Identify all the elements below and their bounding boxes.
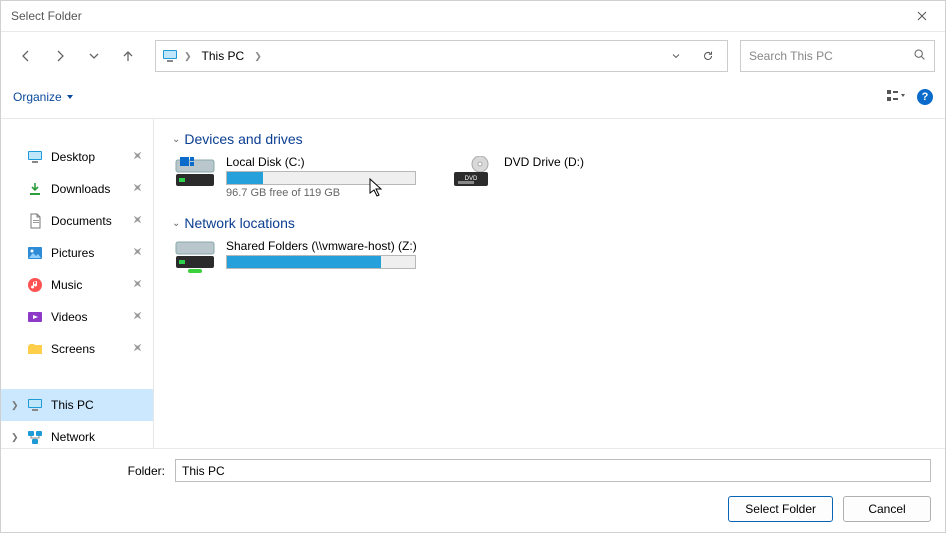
pin-icon — [132, 214, 143, 228]
chevron-right-icon: ❯ — [254, 51, 262, 62]
sidebar: Desktop Downloads Documents Pictures Mus — [1, 119, 154, 448]
section-title: Devices and drives — [184, 131, 302, 147]
organize-label: Organize — [13, 90, 62, 104]
sidebar-item-downloads[interactable]: Downloads — [1, 173, 153, 205]
pin-icon — [132, 150, 143, 164]
view-options-button[interactable] — [883, 84, 909, 110]
sidebar-item-label: This PC — [51, 398, 94, 412]
sidebar-item-this-pc[interactable]: ❯ This PC — [1, 389, 153, 421]
section-title: Network locations — [184, 215, 295, 231]
pin-icon — [132, 278, 143, 292]
sidebar-item-network[interactable]: ❯ Network — [1, 421, 153, 448]
this-pc-icon — [162, 48, 178, 64]
forward-button[interactable] — [45, 41, 75, 71]
hdd-icon — [174, 155, 216, 191]
sidebar-item-label: Pictures — [51, 246, 94, 260]
search-box[interactable] — [740, 40, 935, 72]
sidebar-item-pictures[interactable]: Pictures — [1, 237, 153, 269]
select-folder-button[interactable]: Select Folder — [728, 496, 833, 522]
address-bar[interactable]: ❯ This PC ❯ — [155, 40, 728, 72]
svg-text:DVD: DVD — [465, 176, 478, 182]
window-title: Select Folder — [11, 9, 82, 23]
sidebar-item-label: Screens — [51, 342, 95, 356]
up-button[interactable] — [113, 41, 143, 71]
sidebar-item-label: Downloads — [51, 182, 110, 196]
back-button[interactable] — [11, 41, 41, 71]
chevron-right-icon[interactable]: ❯ — [11, 400, 19, 411]
close-button[interactable] — [899, 1, 945, 32]
sidebar-item-label: Network — [51, 430, 95, 444]
usage-bar — [226, 171, 416, 185]
drive-name: Shared Folders (\\vmware-host) (Z:) — [226, 239, 417, 253]
bottom-panel: Folder: Select Folder Cancel — [1, 448, 945, 532]
drive-name: Local Disk (C:) — [226, 155, 416, 169]
sidebar-item-label: Videos — [51, 310, 87, 324]
folder-label: Folder: — [15, 464, 165, 478]
chevron-right-icon: ❯ — [184, 51, 192, 62]
address-dropdown[interactable] — [663, 43, 689, 69]
search-icon — [913, 48, 926, 64]
navigation-row: ❯ This PC ❯ — [1, 32, 945, 80]
section-devices[interactable]: ⌄ Devices and drives — [172, 131, 927, 147]
titlebar: Select Folder — [1, 1, 945, 32]
recent-dropdown[interactable] — [79, 41, 109, 71]
sidebar-item-documents[interactable]: Documents — [1, 205, 153, 237]
search-input[interactable] — [749, 49, 905, 63]
drive-free-text: 96.7 GB free of 119 GB — [226, 187, 416, 199]
dvd-icon: DVD — [452, 155, 494, 191]
drive-dvd-d[interactable]: DVD DVD Drive (D:) — [452, 155, 702, 199]
sidebar-item-label: Music — [51, 278, 82, 292]
refresh-button[interactable] — [695, 43, 721, 69]
sidebar-item-label: Desktop — [51, 150, 95, 164]
usage-bar — [226, 255, 416, 269]
pin-icon — [132, 182, 143, 196]
help-button[interactable]: ? — [917, 89, 933, 105]
drive-shared-z[interactable]: Shared Folders (\\vmware-host) (Z:) — [174, 239, 424, 275]
sidebar-item-videos[interactable]: Videos — [1, 301, 153, 333]
sidebar-item-label: Documents — [51, 214, 112, 228]
chevron-down-icon: ⌄ — [172, 218, 180, 229]
organize-menu[interactable]: Organize — [13, 90, 74, 104]
pin-icon — [132, 342, 143, 356]
chevron-right-icon[interactable]: ❯ — [11, 432, 19, 443]
content-pane: ⌄ Devices and drives — [154, 119, 945, 448]
cancel-button[interactable]: Cancel — [843, 496, 931, 522]
sidebar-item-desktop[interactable]: Desktop — [1, 141, 153, 173]
drive-local-c[interactable]: Local Disk (C:) 96.7 GB free of 119 GB — [174, 155, 424, 199]
pin-icon — [132, 246, 143, 260]
folder-input[interactable] — [175, 459, 931, 482]
chevron-down-icon: ⌄ — [172, 134, 180, 145]
network-drive-icon — [174, 239, 216, 275]
sidebar-item-screens[interactable]: Screens — [1, 333, 153, 365]
section-network[interactable]: ⌄ Network locations — [172, 215, 927, 231]
toolbar: Organize ? — [1, 80, 945, 118]
breadcrumb-this-pc[interactable]: This PC — [198, 49, 249, 63]
drive-name: DVD Drive (D:) — [504, 155, 584, 169]
sidebar-item-music[interactable]: Music — [1, 269, 153, 301]
pin-icon — [132, 310, 143, 324]
